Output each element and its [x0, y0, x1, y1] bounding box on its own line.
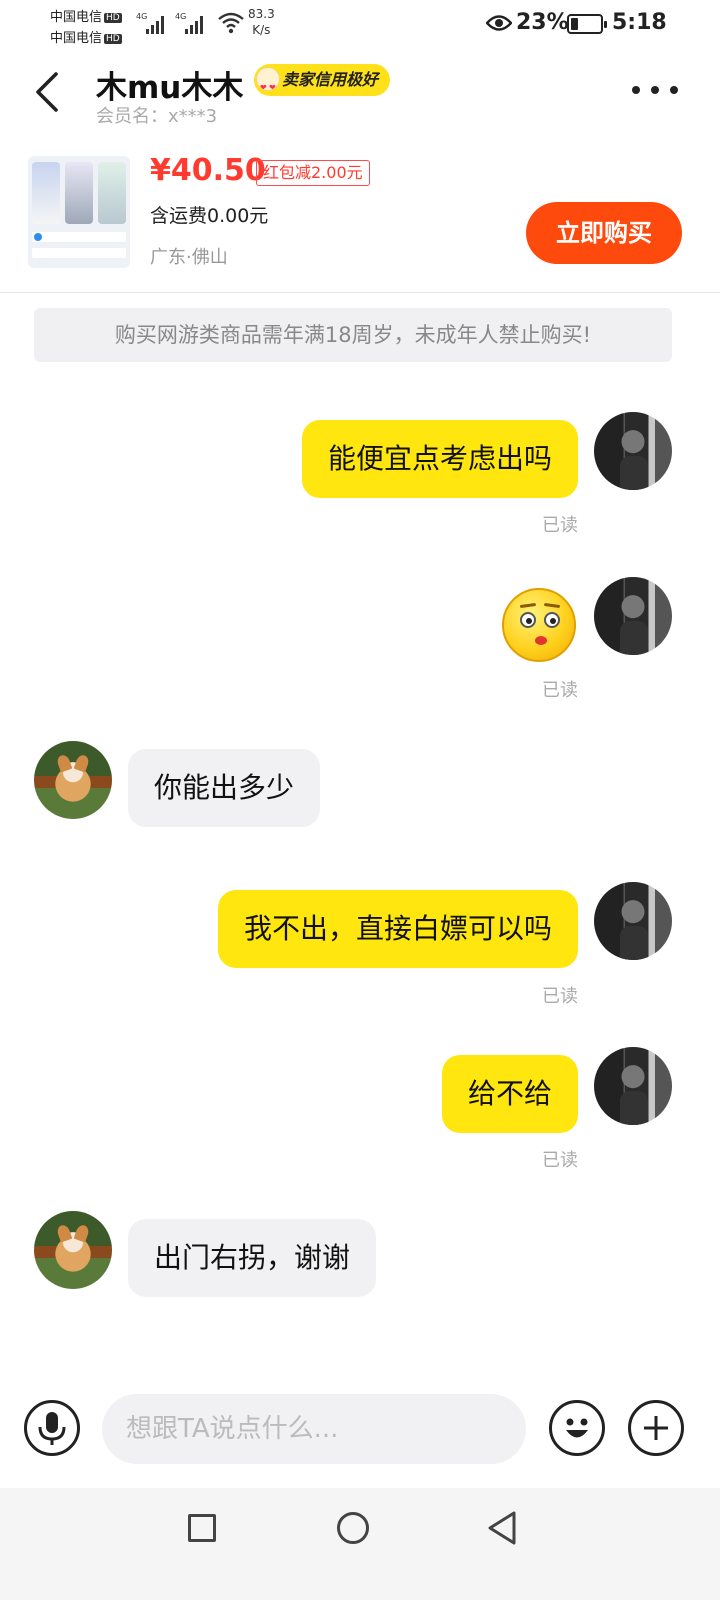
- message-bubble-outgoing[interactable]: 我不出，直接白嫖可以吗: [217, 890, 578, 968]
- seller-name[interactable]: 木mu木木: [96, 62, 243, 107]
- recent-apps-icon[interactable]: [188, 1514, 216, 1542]
- message-bubble-outgoing[interactable]: 能便宜点考虑出吗: [301, 420, 578, 498]
- hd-badge: HD: [104, 34, 122, 44]
- microphone-icon: [38, 1412, 66, 1445]
- status-bar: 中国电信 HD 中国电信 HD 4G 4G 83.3 K/s 23% 5:18: [0, 0, 720, 48]
- clock: 5:18: [612, 10, 667, 35]
- carrier-1-label: 中国电信: [50, 10, 103, 25]
- nav-back-icon[interactable]: [486, 1510, 518, 1546]
- home-icon[interactable]: [337, 1512, 369, 1544]
- seller-location: 广东·佛山: [150, 247, 228, 268]
- carrier-2: 中国电信 HD: [50, 27, 122, 46]
- system-nav-bar: [0, 1488, 720, 1600]
- voice-input-button[interactable]: [24, 1400, 80, 1456]
- coupon-badge: 红包减2.00元: [256, 160, 370, 186]
- read-receipt: 已读: [542, 986, 578, 1007]
- back-arrow-icon[interactable]: [28, 68, 68, 116]
- divider: [0, 292, 720, 293]
- message-bubble-incoming[interactable]: 出门右拐，谢谢: [128, 1219, 377, 1297]
- read-receipt: 已读: [542, 515, 578, 536]
- shipping-info: 含运费0.00元: [150, 205, 269, 227]
- eye-comfort-icon: [486, 15, 512, 31]
- product-thumbnail[interactable]: [28, 156, 130, 268]
- credit-badge-label: 卖家信用极好: [282, 70, 379, 89]
- read-receipt: 已读: [542, 680, 578, 701]
- battery-icon: [567, 14, 607, 34]
- message-bubble-incoming[interactable]: 你能出多少: [128, 749, 321, 827]
- carrier-2-label: 中国电信: [50, 31, 103, 46]
- emoji-button[interactable]: [549, 1400, 605, 1456]
- hd-badge: HD: [104, 13, 122, 23]
- seller-avatar[interactable]: [34, 741, 112, 819]
- heart-eyes-icon: [256, 67, 280, 104]
- my-avatar[interactable]: [594, 412, 672, 490]
- my-avatar[interactable]: [594, 882, 672, 960]
- battery-percent: 23%: [516, 10, 569, 35]
- message-bubble-outgoing[interactable]: 给不给: [441, 1055, 578, 1133]
- network-speed: 83.3 K/s: [248, 6, 275, 38]
- product-price: ¥40.50: [150, 153, 266, 188]
- read-receipt: 已读: [542, 1150, 578, 1171]
- seller-avatar[interactable]: [34, 1211, 112, 1289]
- smiley-icon: [566, 1418, 588, 1438]
- my-avatar[interactable]: [594, 1047, 672, 1125]
- more-options-icon[interactable]: [632, 80, 678, 100]
- speed-value: 83.3: [248, 7, 275, 21]
- credit-badge[interactable]: 卖家信用极好: [254, 64, 391, 104]
- signal-bars-icon: [146, 14, 168, 34]
- wifi-icon: [218, 12, 244, 34]
- my-avatar[interactable]: [594, 577, 672, 655]
- speed-unit: K/s: [252, 23, 271, 37]
- message-input[interactable]: [102, 1394, 526, 1464]
- age-restriction-notice: 购买网游类商品需年满18周岁，未成年人禁止购买!: [34, 308, 672, 362]
- signal-bars-icon: [185, 14, 207, 34]
- member-name: 会员名：x***3: [96, 106, 218, 127]
- add-attachment-button[interactable]: [628, 1400, 684, 1456]
- flushed-face-emoji-icon[interactable]: [502, 588, 576, 662]
- buy-now-button[interactable]: 立即购买: [526, 202, 682, 264]
- carrier-1: 中国电信 HD: [50, 6, 122, 25]
